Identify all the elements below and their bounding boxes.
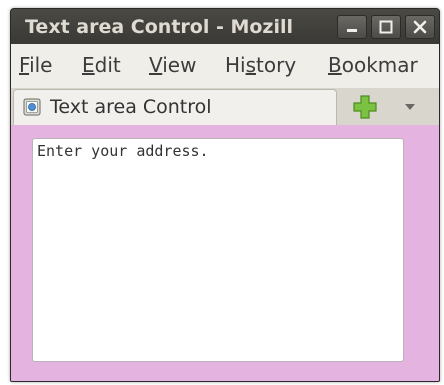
menu-file-label: ile xyxy=(29,53,53,77)
close-button[interactable] xyxy=(405,15,435,39)
menu-bar: File Edit View History Bookmar xyxy=(11,44,439,89)
menu-view-mnemonic: V xyxy=(149,53,163,77)
tab-label: Text area Control xyxy=(50,96,212,118)
maximize-button[interactable] xyxy=(371,15,401,39)
tab-text-area-control[interactable]: Text area Control xyxy=(13,89,337,125)
menu-file-mnemonic: F xyxy=(19,53,30,77)
menu-history-mnemonic: s xyxy=(245,53,257,77)
menu-history-prefix: Hi xyxy=(225,53,246,77)
browser-window: Text area Control - Mozill File Edit Vie… xyxy=(10,8,440,382)
menu-view-label: iew xyxy=(162,53,197,77)
menu-view[interactable]: View xyxy=(149,53,196,77)
close-icon xyxy=(413,20,427,34)
plus-icon xyxy=(353,95,377,119)
window-title: Text area Control - Mozill xyxy=(25,16,294,38)
page-icon xyxy=(23,98,41,116)
menu-edit-label: dit xyxy=(94,53,121,77)
tab-list-button[interactable] xyxy=(403,101,417,113)
page-content xyxy=(11,125,439,381)
minimize-button[interactable] xyxy=(337,15,367,39)
menu-bookmarks[interactable]: Bookmar xyxy=(328,53,418,77)
menu-file[interactable]: File xyxy=(19,53,52,77)
tab-bar: Text area Control xyxy=(11,89,439,125)
menu-history-label: tory xyxy=(256,53,297,77)
window-controls xyxy=(337,15,435,39)
maximize-icon xyxy=(379,20,393,34)
menu-bookmarks-label: ookmar xyxy=(341,53,418,77)
chevron-down-icon xyxy=(405,104,415,110)
menu-bookmarks-mnemonic: B xyxy=(328,53,342,77)
menu-edit[interactable]: Edit xyxy=(82,53,121,77)
new-tab-button[interactable] xyxy=(351,94,379,120)
address-textarea[interactable] xyxy=(32,138,404,362)
menu-history[interactable]: History xyxy=(225,53,296,77)
menu-edit-mnemonic: E xyxy=(82,53,95,77)
minimize-icon xyxy=(347,29,357,32)
title-bar[interactable]: Text area Control - Mozill xyxy=(11,9,439,44)
